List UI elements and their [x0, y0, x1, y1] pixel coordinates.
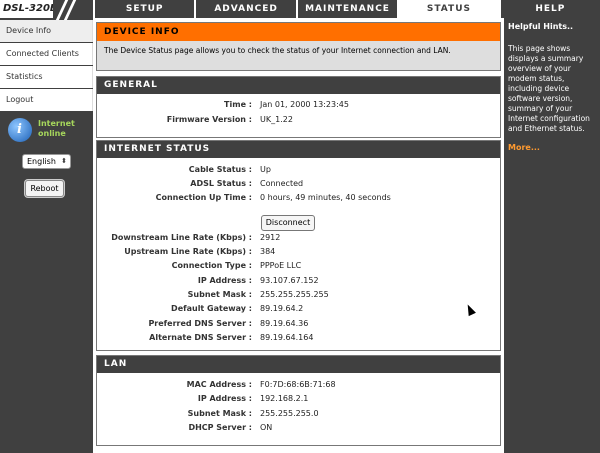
internet-row: Upstream Line Rate (Kbps) : 384 — [97, 247, 502, 261]
field-value: 89.19.64.2 — [260, 304, 304, 313]
helpful-hints: Helpful Hints.. This page shows displays… — [504, 18, 600, 453]
field-label: Downstream Line Rate (Kbps) : — [111, 233, 252, 242]
field-label: IP Address : — [197, 394, 252, 403]
field-label: ADSL Status : — [190, 179, 252, 188]
tab-help[interactable]: HELP — [498, 0, 600, 18]
language-select[interactable]: English ⬍ — [22, 154, 71, 169]
internet-row: Downstream Line Rate (Kbps) : 2912 — [97, 233, 502, 247]
disconnect-button[interactable]: Disconnect — [261, 215, 315, 231]
field-value: 89.19.64.36 — [260, 319, 309, 328]
device-info-panel: DEVICE INFO The Device Status page allow… — [96, 22, 501, 71]
internet-status-line2: online — [38, 129, 66, 138]
internet-row: ADSL Status : Connected — [97, 179, 502, 193]
field-label: Subnet Mask : — [187, 290, 252, 299]
field-label: Connection Type : — [171, 261, 252, 270]
logo: DSL-320B — [0, 0, 93, 20]
internet-status-indicator: i Internet online — [5, 116, 90, 146]
internet-row: Cable Status : Up — [97, 165, 502, 179]
lan-row: Subnet Mask : 255.255.255.0 — [97, 409, 502, 423]
general-row: Firmware Version : UK_1.22 — [97, 115, 502, 129]
field-label: Preferred DNS Server : — [148, 319, 252, 328]
device-info-title: DEVICE INFO — [97, 23, 500, 41]
sidebar-item-connected-clients[interactable]: Connected Clients — [0, 43, 93, 65]
field-label: Firmware Version : — [166, 115, 252, 124]
field-value: 255.255.255.0 — [260, 409, 319, 418]
field-value: 2912 — [260, 233, 281, 242]
tab-advanced[interactable]: ADVANCED — [194, 0, 296, 18]
internet-status-line1: Internet — [38, 119, 75, 128]
lan-title: LAN — [97, 356, 500, 373]
field-label: Time : — [224, 100, 252, 109]
internet-row: IP Address : 93.107.67.152 — [97, 276, 502, 290]
tab-maintenance[interactable]: MAINTENANCE — [295, 0, 398, 18]
top-nav: SETUP ADVANCED MAINTENANCE STATUS HELP — [93, 0, 600, 18]
field-value: 89.19.64.164 — [260, 333, 314, 342]
lan-row: MAC Address : F0:7D:68:6B:71:68 — [97, 380, 502, 394]
field-label: IP Address : — [197, 276, 252, 285]
internet-status-panel: INTERNET STATUS Cable Status : Up ADSL St… — [96, 140, 501, 351]
field-value: Connected — [260, 179, 304, 188]
sidebar: Device Info Connected Clients Statistics… — [0, 20, 93, 453]
main-content: DEVICE INFO The Device Status page allow… — [93, 18, 504, 453]
internet-row: Default Gateway : 89.19.64.2 — [97, 304, 502, 318]
sidebar-item-device-info[interactable]: Device Info — [0, 20, 93, 42]
internet-row: Connection Type : PPPoE LLC — [97, 261, 502, 275]
globe-info-icon: i — [8, 118, 32, 142]
field-value: Jan 01, 2000 13:23:45 — [260, 100, 349, 109]
logo-text: DSL-320B — [3, 3, 58, 14]
device-info-description: The Device Status page allows you to che… — [104, 46, 451, 55]
hints-more-link[interactable]: More... — [508, 143, 596, 152]
language-select-value: English — [27, 157, 56, 166]
hints-body: This page shows displays a summary overv… — [508, 44, 590, 133]
general-row: Time : Jan 01, 2000 13:23:45 — [97, 100, 502, 114]
sidebar-item-logout[interactable]: Logout — [0, 89, 93, 111]
lan-row: DHCP Server : ON — [97, 423, 502, 437]
internet-row: Alternate DNS Server : 89.19.64.164 — [97, 333, 502, 347]
reboot-button[interactable]: Reboot — [25, 180, 64, 197]
field-label: DHCP Server : — [188, 423, 252, 432]
field-label: Default Gateway : — [171, 304, 252, 313]
tab-setup[interactable]: SETUP — [93, 0, 195, 18]
internet-row: Connection Up Time : 0 hours, 49 minutes,… — [97, 193, 502, 207]
field-value: PPPoE LLC — [260, 261, 302, 270]
sidebar-item-statistics[interactable]: Statistics — [0, 66, 93, 88]
field-label: Alternate DNS Server : — [149, 333, 252, 342]
field-value: Up — [260, 165, 271, 174]
field-value: 192.168.2.1 — [260, 394, 309, 403]
field-value: 0 hours, 49 minutes, 40 seconds — [260, 193, 391, 202]
field-label: Upstream Line Rate (Kbps) : — [124, 247, 252, 256]
tab-status[interactable]: STATUS — [397, 0, 499, 18]
hints-title: Helpful Hints.. — [508, 22, 574, 31]
field-label: MAC Address : — [186, 380, 252, 389]
internet-row: Subnet Mask : 255.255.255.255 — [97, 290, 502, 304]
field-label: Subnet Mask : — [187, 409, 252, 418]
field-value: ON — [260, 423, 273, 432]
field-value: 384 — [260, 247, 276, 256]
internet-row: Preferred DNS Server : 89.19.64.36 — [97, 319, 502, 333]
internet-status-label: Internet online — [38, 119, 75, 139]
field-label: Connection Up Time : — [155, 193, 252, 202]
logo-slashes — [53, 0, 93, 20]
updown-arrow-icon: ⬍ — [61, 157, 67, 165]
lan-panel: LAN MAC Address : F0:7D:68:6B:71:68 IP Ad… — [96, 355, 501, 446]
field-value: F0:7D:68:6B:71:68 — [260, 380, 336, 389]
field-value: UK_1.22 — [260, 115, 293, 124]
field-value: 255.255.255.255 — [260, 290, 329, 299]
field-value: 93.107.67.152 — [260, 276, 319, 285]
general-panel: GENERAL Time : Jan 01, 2000 13:23:45 Fir… — [96, 76, 501, 138]
field-label: Cable Status : — [188, 165, 252, 174]
general-title: GENERAL — [97, 77, 500, 94]
lan-row: IP Address : 192.168.2.1 — [97, 394, 502, 408]
internet-status-title: INTERNET STATUS — [97, 141, 500, 158]
